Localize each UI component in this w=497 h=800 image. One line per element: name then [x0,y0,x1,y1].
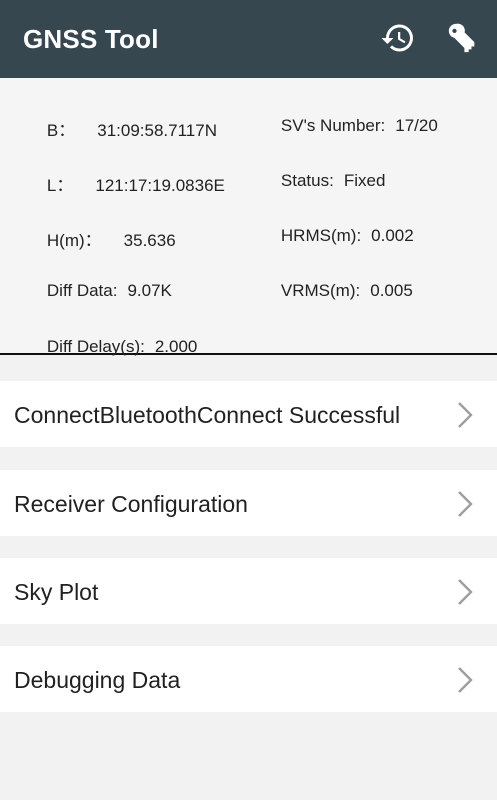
menu-item-connect-label: ConnectBluetoothConnect Successful [14,402,401,428]
status-panel: B： 31:09:58.7117N L： 121:17:19.0836E H(m)：… [0,78,497,356]
chevron-right-icon [458,667,473,693]
field-l-value: 121:17:19.0836E [95,176,225,195]
field-b-value: 31:09:58.7117N [97,121,217,140]
field-diff-data-value: 9.07K [127,281,172,300]
field-sv-number-value: 17/20 [395,116,438,135]
key-icon [448,23,475,53]
field-hrms-value: 0.002 [371,226,414,245]
field-vrms-label: VRMS(m): [280,281,361,300]
menu-item-connect[interactable]: ConnectBluetoothConnect Successful [0,381,497,447]
menu-item-sky-plot-label: Sky Plot [14,579,99,605]
field-diff-data: Diff Data: 9.07K [28,261,172,321]
menu-item-debugging-data-label: Debugging Data [14,667,181,693]
field-status-label: Status: [280,171,334,190]
field-b-label: B： [46,121,76,140]
menu-item-receiver-configuration[interactable]: Receiver Configuration [0,470,497,536]
field-sv-number: SV's Number: 17/20 [262,96,438,156]
field-vrms-value: 0.005 [370,281,413,300]
key-button[interactable] [445,20,481,56]
menu-item-sky-plot[interactable]: Sky Plot [0,558,497,624]
history-icon [381,24,413,52]
field-hrms-label: HRMS(m): [280,226,362,245]
field-status: Status: Fixed [262,151,386,211]
field-hrms: HRMS(m): 0.002 [262,206,414,266]
field-h-value: 35.636 [123,231,176,250]
history-button[interactable] [380,20,416,56]
field-vrms: VRMS(m): 0.005 [262,261,413,321]
field-status-value: Fixed [343,171,386,190]
app-bar: GNSS Tool [0,0,497,78]
chevron-right-icon [458,579,473,605]
field-sv-number-label: SV's Number: [280,116,386,135]
field-h-label: H(m)： [46,231,102,250]
field-diff-delay-label: Diff Delay(s): [46,337,145,356]
menu-item-debugging-data[interactable]: Debugging Data [0,646,497,712]
menu-item-receiver-configuration-label: Receiver Configuration [14,491,248,517]
field-diff-delay-value: 2.000 [154,337,198,356]
field-l-label: L： [46,176,74,195]
field-diff-data-label: Diff Data: [46,281,118,300]
field-diff-delay: Diff Delay(s): 2.000 [28,317,197,377]
app-title: GNSS Tool [23,24,159,54]
chevron-right-icon [458,402,473,428]
chevron-right-icon [458,491,473,517]
